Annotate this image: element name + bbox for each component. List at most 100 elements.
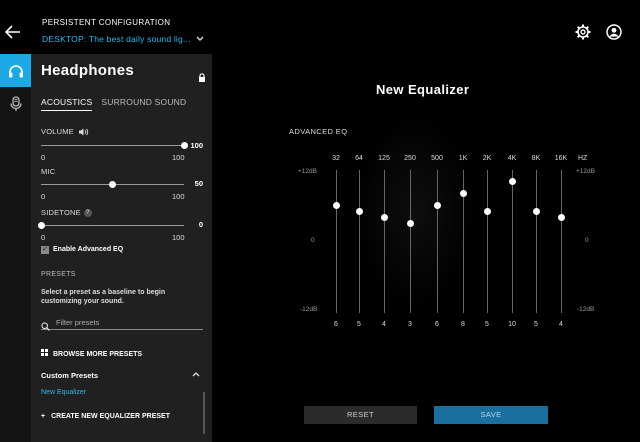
mic-label: MIC: [41, 167, 56, 176]
eq-band-slider-handle[interactable]: [484, 208, 491, 216]
search-icon: [41, 318, 50, 331]
eq-band-slider-track[interactable]: [487, 170, 488, 313]
eq-band-slider-track[interactable]: [536, 170, 537, 313]
config-dropdown[interactable]: DESKTOP: The best daily sound lig...: [42, 34, 191, 44]
tab-surround-sound[interactable]: SURROUND SOUND: [101, 97, 186, 111]
eq-band-frequency: 125: [378, 155, 390, 162]
volume-label: VOLUME: [41, 127, 74, 136]
custom-preset-item[interactable]: New Equalizer: [41, 389, 86, 396]
mic-value: 50: [194, 179, 203, 188]
save-button[interactable]: SAVE: [434, 406, 548, 424]
gear-icon[interactable]: [575, 24, 591, 40]
sidetone-min: 0: [41, 233, 46, 242]
eq-band-frequency: 250: [404, 155, 416, 162]
eq-band-value: 8: [461, 321, 465, 328]
filter-presets-input[interactable]: [56, 316, 201, 328]
eq-band-value: 10: [508, 321, 516, 328]
presets-description: Select a preset as a baseline to begin c…: [41, 289, 166, 305]
advanced-eq-checkbox[interactable]: ✓: [41, 246, 49, 254]
chevron-down-icon[interactable]: [196, 35, 206, 45]
sidetone-slider-handle[interactable]: [37, 222, 45, 229]
eq-band-slider-track[interactable]: [512, 170, 513, 313]
advanced-eq-label: Enable Advanced EQ: [53, 246, 124, 253]
db-top-right: +12dB: [576, 168, 595, 175]
eq-band-value: 4: [559, 321, 563, 328]
sidetone-label-row: SIDETONE?: [41, 208, 92, 218]
eq-band-slider-handle[interactable]: [533, 208, 540, 216]
plus-icon: +: [41, 413, 46, 420]
sidetone-slider-track[interactable]: [41, 225, 184, 226]
custom-presets-heading[interactable]: Custom Presets: [41, 371, 98, 380]
create-preset-label: CREATE NEW EQUALIZER PRESET: [51, 413, 170, 420]
db-mid-left: 0: [311, 237, 315, 244]
reset-button[interactable]: RESET: [304, 406, 417, 424]
eq-band-value: 4: [382, 321, 386, 328]
rail-item-headphones[interactable]: [0, 54, 31, 87]
db-mid-right: 0: [585, 237, 589, 244]
eq-band-frequency: 16K: [554, 155, 568, 162]
rail-item-microphone[interactable]: [0, 87, 31, 120]
back-arrow-icon[interactable]: [4, 25, 23, 41]
eq-band-slider-track[interactable]: [336, 170, 337, 313]
lock-icon: [198, 69, 206, 82]
eq-band-frequency: 4K: [507, 155, 517, 162]
volume-label-row: VOLUME: [41, 127, 89, 136]
config-label: PERSISTENT CONFIGURATION: [42, 18, 171, 27]
volume-min: 0: [41, 153, 46, 162]
eq-band-slider-track[interactable]: [359, 170, 360, 313]
eq-band-slider-handle[interactable]: [333, 202, 340, 210]
filter-presets-field: [41, 316, 203, 331]
hz-label: HZ: [578, 155, 588, 162]
eq-band-slider-track[interactable]: [410, 170, 411, 313]
eq-band-slider-handle[interactable]: [509, 178, 516, 186]
device-rail: [0, 54, 31, 442]
eq-band-frequency: 32: [332, 155, 340, 162]
help-icon[interactable]: ?: [83, 209, 92, 218]
db-bottom-left: -12dB: [300, 306, 318, 313]
eq-band-slider-track[interactable]: [437, 170, 438, 313]
eq-band-slider-track[interactable]: [561, 170, 562, 313]
panel-title: Headphones: [41, 62, 135, 79]
db-top-left: +12dB: [298, 168, 317, 175]
mic-min: 0: [41, 192, 46, 201]
mic-max: 100: [172, 192, 185, 201]
advanced-eq-heading: ADVANCED EQ: [289, 127, 348, 136]
settings-panel: Headphones ACOUSTICS SURROUND SOUND VOLU…: [31, 54, 212, 442]
eq-band-frequency: 500: [431, 155, 443, 162]
speaker-icon: [79, 128, 89, 136]
sidetone-value: 0: [198, 220, 203, 229]
eq-band-value: 5: [357, 321, 361, 328]
eq-band-frequency: 8K: [531, 155, 541, 162]
eq-band-slider-track[interactable]: [384, 170, 385, 313]
eq-band-frequency: 2K: [482, 155, 492, 162]
chevron-up-icon[interactable]: [192, 370, 200, 379]
volume-max: 100: [172, 153, 185, 162]
create-preset-button[interactable]: + CREATE NEW EQUALIZER PRESET: [41, 413, 170, 420]
eq-band-value: 6: [334, 321, 338, 328]
eq-band-value: 5: [485, 321, 489, 328]
panel-scrollbar[interactable]: [203, 392, 205, 434]
eq-band-value: 6: [435, 321, 439, 328]
user-profile-icon[interactable]: [606, 24, 622, 40]
mic-slider-handle[interactable]: [109, 181, 116, 188]
presets-heading: PRESETS: [41, 271, 76, 278]
sidetone-label: SIDETONE: [41, 208, 81, 217]
equalizer-title: New Equalizer: [376, 82, 470, 97]
panel-tabs: ACOUSTICS SURROUND SOUND: [41, 97, 186, 111]
eq-band-value: 3: [408, 321, 412, 328]
eq-band-frequency: 64: [355, 155, 363, 162]
tab-acoustics[interactable]: ACOUSTICS: [41, 97, 93, 111]
eq-band-slider-handle[interactable]: [558, 214, 565, 222]
eq-band-value: 5: [534, 321, 538, 328]
browse-presets-label: BROWSE MORE PRESETS: [53, 351, 143, 358]
top-bar: PERSISTENT CONFIGURATION DESKTOP: The be…: [0, 0, 640, 54]
eq-band-frequency: 1K: [458, 155, 468, 162]
volume-value: 100: [190, 141, 203, 150]
headphone-silhouette: [355, 110, 475, 310]
db-bottom-right: -12dB: [577, 306, 595, 313]
volume-slider-track[interactable]: [41, 145, 184, 146]
microphone-icon: [9, 95, 22, 111]
headphones-icon: [8, 64, 23, 77]
browse-presets-button[interactable]: BROWSE MORE PRESETS: [41, 349, 142, 358]
grid-icon: [41, 349, 49, 358]
